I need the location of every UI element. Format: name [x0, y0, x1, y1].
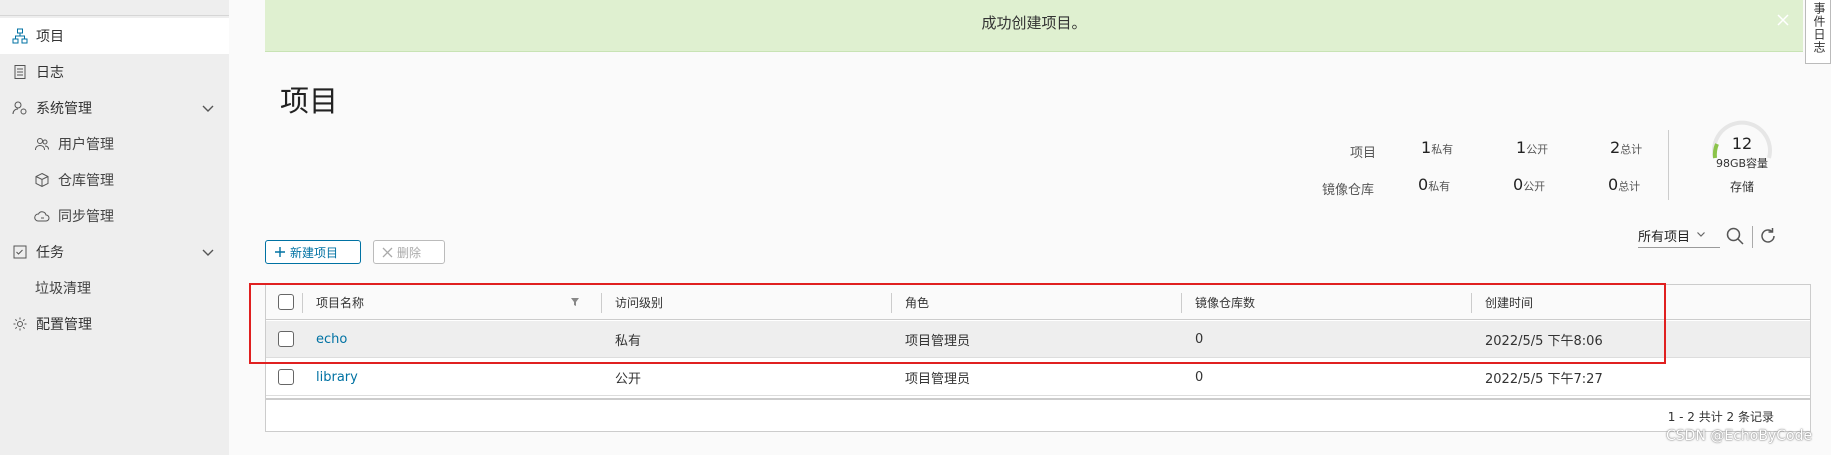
sidebar-item-label: 项目	[36, 29, 64, 45]
delete-label: 删除	[397, 245, 422, 260]
success-banner: 成功创建项目。	[265, 0, 1803, 52]
sidebar-item-logs[interactable]: 日志	[0, 54, 229, 90]
banner-message: 成功创建项目。	[981, 14, 1087, 32]
sidebar-top-divider	[0, 0, 229, 16]
column-header-role[interactable]: 角色	[905, 285, 929, 319]
role-cell: 项目管理员	[905, 333, 971, 349]
project-tree-icon	[12, 28, 28, 44]
stats-divider	[1668, 130, 1669, 200]
stat-repos-total: 0总计	[1608, 175, 1641, 194]
sidebar-item-label: 系统管理	[36, 101, 92, 117]
sidebar-item-config[interactable]: 配置管理	[0, 306, 229, 342]
delete-button[interactable]: 删除	[373, 240, 445, 264]
column-separator	[302, 293, 303, 313]
sidebar-item-users[interactable]: 用户管理	[0, 126, 229, 162]
sidebar-item-label: 配置管理	[36, 317, 92, 333]
close-icon[interactable]	[1775, 12, 1791, 28]
project-name-link[interactable]: library	[316, 359, 358, 395]
users-icon	[34, 136, 50, 152]
table-row[interactable]: library 公开 项目管理员 0 2022/5/5 下午7:27	[266, 359, 1810, 396]
new-project-button[interactable]: 新建项目	[265, 240, 361, 264]
box-icon	[34, 172, 50, 188]
storage-capacity: 98GB容量	[1715, 157, 1769, 170]
stat-repos-label: 镜像仓库	[1322, 183, 1375, 198]
row-checkbox[interactable]	[278, 359, 294, 395]
column-separator	[1471, 293, 1472, 313]
event-log-tab[interactable]: 事件日志	[1805, 0, 1831, 64]
table-footer: 1 - 2 共计 2 条记录	[266, 398, 1810, 431]
storage-label: 存储	[1729, 180, 1754, 194]
sidebar-item-label: 同步管理	[58, 209, 114, 225]
column-header-access[interactable]: 访问级别	[615, 285, 663, 319]
storage-gauge-value: 12	[1731, 134, 1753, 153]
sidebar-item-projects[interactable]: 项目	[0, 18, 229, 54]
project-filter-select[interactable]: 所有项目	[1638, 224, 1720, 248]
sidebar-item-tasks[interactable]: 任务	[0, 234, 229, 270]
sidebar-item-replication[interactable]: 同步管理	[0, 198, 229, 234]
project-filter-value: 所有项目	[1638, 230, 1691, 245]
sidebar-item-registries[interactable]: 仓库管理	[0, 162, 229, 198]
sidebar-item-label: 日志	[36, 65, 64, 81]
filter-funnel-icon[interactable]	[570, 285, 580, 319]
repo-count-cell: 0	[1195, 369, 1204, 385]
toolbar-divider	[1752, 226, 1753, 248]
task-checklist-icon	[12, 244, 28, 260]
created-time-cell: 2022/5/5 下午7:27	[1485, 371, 1603, 387]
sidebar-item-label: 仓库管理	[58, 173, 114, 189]
column-separator	[891, 293, 892, 313]
repo-count-cell: 0	[1195, 331, 1204, 347]
select-all-checkbox[interactable]	[278, 285, 294, 319]
sidebar-item-label: 任务	[36, 245, 64, 261]
new-project-label: 新建项目	[290, 245, 339, 260]
table-row[interactable]: echo 私有 项目管理员 0 2022/5/5 下午8:06	[266, 321, 1810, 358]
settings-gear-icon	[12, 316, 28, 332]
stat-projects-public: 1公开	[1516, 138, 1549, 157]
event-log-tab-label: 事件日志	[1812, 2, 1826, 54]
chevron-down-icon[interactable]	[201, 245, 215, 259]
search-icon[interactable]	[1725, 226, 1745, 246]
column-header-created[interactable]: 创建时间	[1485, 285, 1533, 319]
chevron-down-icon[interactable]	[201, 101, 215, 115]
pagination-summary: 1 - 2 共计 2 条记录	[1667, 410, 1774, 424]
sidebar-item-label: 垃圾清理	[35, 281, 91, 297]
project-name-link[interactable]: echo	[316, 321, 347, 357]
column-separator	[601, 293, 602, 313]
column-header-repo-count[interactable]: 镜像仓库数	[1195, 285, 1255, 319]
chevron-down-icon	[1696, 228, 1706, 243]
sidebar-item-label: 用户管理	[58, 137, 114, 153]
sidebar-item-gc[interactable]: 垃圾清理	[0, 270, 229, 306]
column-header-name[interactable]: 项目名称	[316, 285, 364, 319]
plus-icon	[274, 246, 286, 258]
close-icon	[382, 247, 393, 258]
access-level-cell: 私有	[615, 333, 642, 349]
sidebar-item-admin[interactable]: 系统管理	[0, 90, 229, 126]
column-separator	[1181, 293, 1182, 313]
admin-gear-user-icon	[12, 100, 28, 116]
projects-table: 项目名称 访问级别 角色 镜像仓库数 创建时间 echo 私有 项目管理员 0 …	[265, 284, 1811, 432]
created-time-cell: 2022/5/5 下午8:06	[1485, 333, 1603, 349]
stat-projects-private: 1私有	[1421, 138, 1454, 157]
row-checkbox[interactable]	[278, 321, 294, 357]
stat-repos-private: 0私有	[1418, 175, 1451, 194]
table-header: 项目名称 访问级别 角色 镜像仓库数 创建时间	[266, 285, 1810, 320]
page-title: 项目	[280, 84, 339, 118]
watermark: CSDN @EchoByCode	[1666, 428, 1813, 444]
log-document-icon	[12, 64, 28, 80]
role-cell: 项目管理员	[905, 371, 971, 387]
stat-projects-label: 项目	[1350, 146, 1377, 161]
stat-projects-total: 2总计	[1610, 138, 1643, 157]
refresh-icon[interactable]	[1758, 226, 1778, 246]
sidebar: 项目 日志 系统管理 用户管理 仓库管理 同步管理 任务 垃圾清理 配置管理	[0, 0, 229, 455]
cloud-sync-icon	[34, 208, 50, 224]
access-level-cell: 公开	[615, 371, 642, 387]
stat-repos-public: 0公开	[1513, 175, 1546, 194]
